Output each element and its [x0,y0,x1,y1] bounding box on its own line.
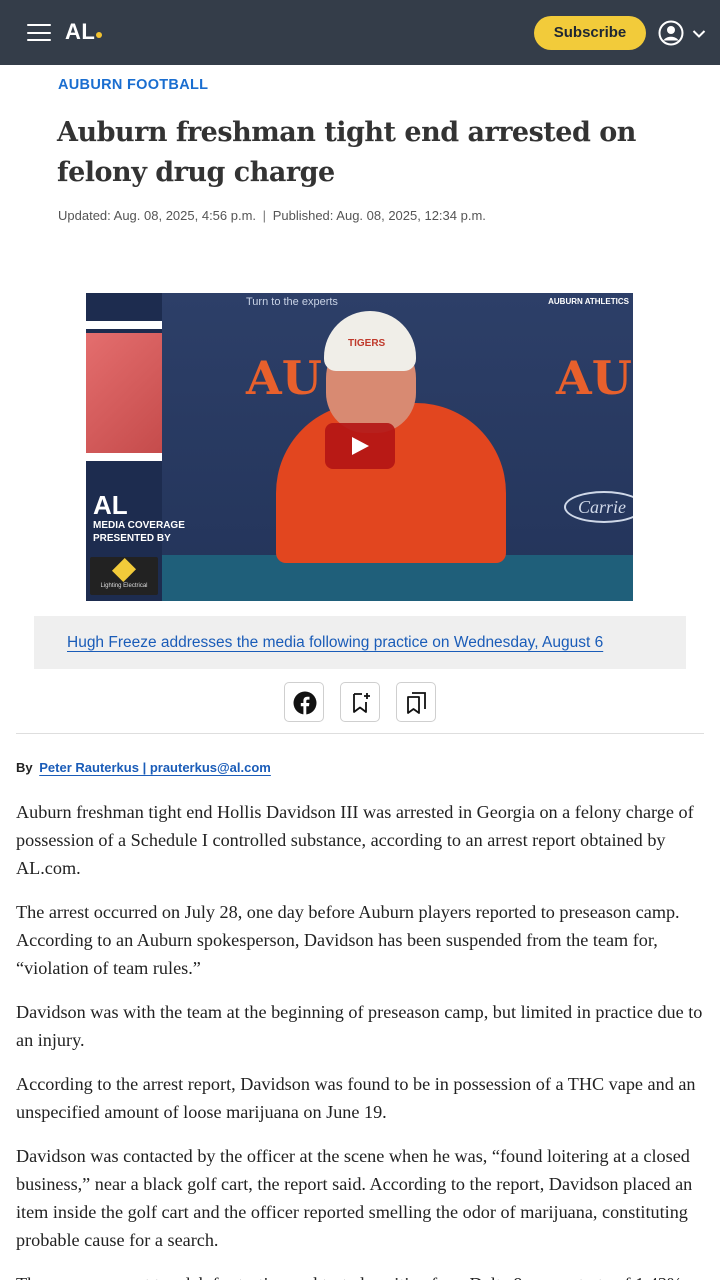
auburn-logo-right: AU [556,351,632,405]
account-menu[interactable] [658,20,710,46]
facebook-icon [293,691,317,715]
video-player[interactable]: Turn to the experts AU AU TIGERS Carrie … [86,293,633,601]
video-caption-link[interactable]: Hugh Freeze addresses the media followin… [67,634,603,652]
bookmarks-icon [407,692,426,714]
video-caption-box: Hugh Freeze addresses the media followin… [34,616,686,669]
side-stripe [86,453,162,461]
top-navigation-bar: AL Subscribe [0,0,720,65]
video-corner-label: AUBURN ATHLETICS [548,297,629,306]
published-time: Published: Aug. 08, 2025, 12:34 p.m. [272,208,486,223]
byline-label: By [16,760,33,775]
updated-time: Updated: Aug. 08, 2025, 4:56 p.m. [58,208,257,223]
body-paragraph: The arrest occurred on July 28, one day … [16,902,680,978]
section-link[interactable]: AUBURN FOOTBALL [58,77,208,93]
article-body: Auburn freshman tight end Hollis Davidso… [16,798,706,1280]
save-article-button[interactable] [340,682,380,722]
chevron-down-icon [692,30,706,38]
user-icon [658,20,684,46]
side-line1: MEDIA COVERAGE [93,520,185,531]
article-headline: Auburn freshman tight end arrested on fe… [57,117,636,188]
byline: By Peter Rauterkus | prauterkus@al.com [16,760,271,775]
author-link[interactable]: Peter Rauterkus | prauterkus@al.com [39,760,271,775]
subscribe-button[interactable]: Subscribe [534,16,646,50]
play-button[interactable] [325,423,395,469]
side-logo: AL [93,490,128,520]
auburn-logo-left: AU [246,351,322,405]
article-timestamps: Updated: Aug. 08, 2025, 4:56 p.m. | Publ… [58,208,486,223]
body-paragraph: Davidson was with the team at the beginn… [16,1002,703,1050]
facebook-share-button[interactable] [284,682,324,722]
lighting-sponsor: Lighting Electrical [90,557,158,595]
site-logo[interactable]: AL [65,19,103,45]
body-paragraph: According to the arrest report, Davidson… [16,1074,696,1122]
menu-icon[interactable] [27,24,51,42]
bulb-icon [111,557,137,583]
video-promo-text: Turn to the experts [246,296,338,308]
bookmark-add-icon [353,693,370,713]
body-paragraph: Davidson was contacted by the officer at… [16,1146,693,1250]
side-red-panel [86,333,162,461]
timestamp-separator: | [262,208,267,223]
sponsor-small-text: Lighting Electrical [100,583,148,589]
content-divider [16,733,704,734]
side-stripe [86,321,162,329]
logo-text: AL [65,19,96,44]
side-line2: PRESENTED BY [93,533,171,544]
saved-articles-button[interactable] [396,682,436,722]
side-alcom-promo: AL MEDIA COVERAGE PRESENTED BY [93,491,185,545]
cap-text: TIGERS [348,338,386,349]
body-paragraph: The vape was sent to a lab for testing a… [16,1270,706,1280]
body-paragraph: Auburn freshman tight end Hollis Davidso… [16,802,694,878]
play-icon [352,437,369,455]
